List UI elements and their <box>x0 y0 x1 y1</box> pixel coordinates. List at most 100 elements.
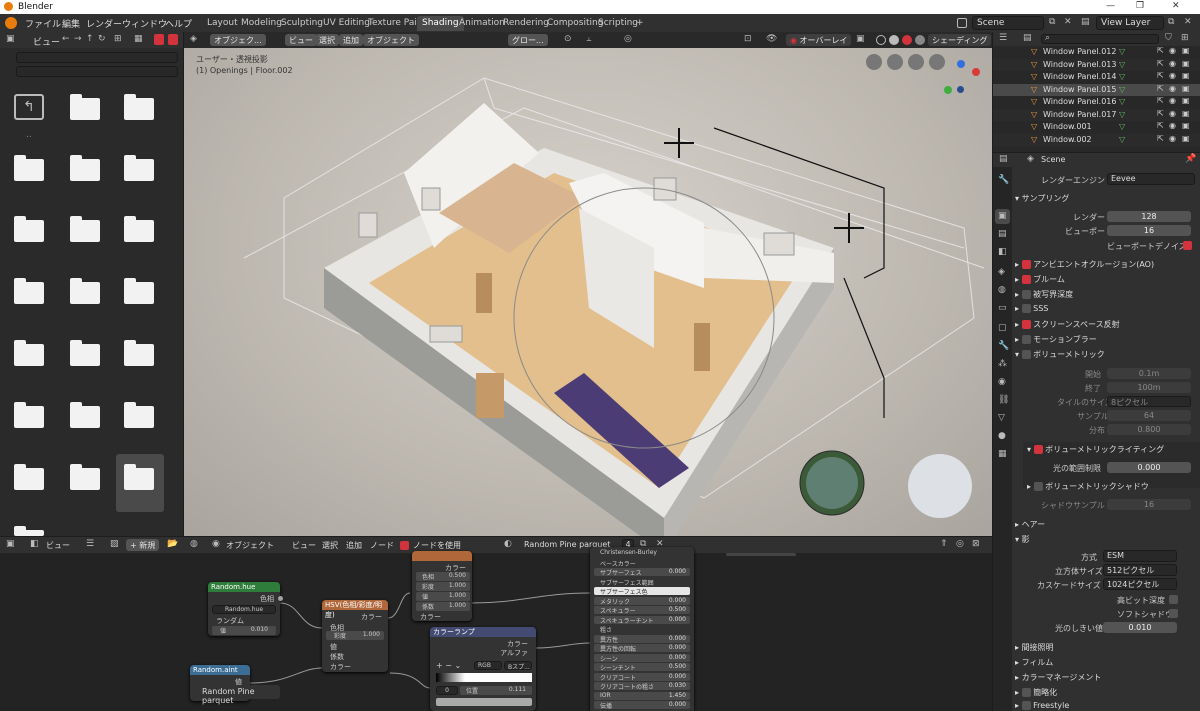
viewport-view-menu[interactable]: ビュー <box>285 34 317 46</box>
new-folder-icon[interactable]: ⊞ <box>114 34 122 44</box>
ramp-stop-color-swatch[interactable] <box>436 698 532 706</box>
folder-icon[interactable] <box>124 278 154 304</box>
node-hsv[interactable]: HSV(色相/彩度/明度) カラー 色相 彩度 1.000 値 係数 カラー <box>322 600 388 672</box>
texture-tab-icon[interactable]: ▦ <box>998 449 1007 459</box>
bsdf-input-row[interactable]: サブサーフェス 0.000 <box>594 568 690 577</box>
node-view-menu[interactable]: ビュー <box>292 540 316 551</box>
new-collection-icon[interactable]: ⊞ <box>1181 33 1189 43</box>
section-sss[interactable]: ▸ SSS <box>1015 304 1048 313</box>
section-freestyle[interactable]: ▸ Freestyle <box>1015 701 1069 710</box>
viewport-denoise-checkbox[interactable] <box>1183 241 1192 250</box>
viewport-add-menu[interactable]: 追加 <box>339 34 363 46</box>
proportional-edit-icon[interactable]: ◎ <box>624 34 632 44</box>
select-arrow-icon[interactable]: ⇱ <box>1157 84 1164 93</box>
viewport-canvas[interactable]: ユーザー・透視投影 (1) Openings | Floor.002 <box>184 48 992 536</box>
outliner-row[interactable]: ▽ Window.001 ▽ ⇱ ◉ ▣ <box>993 121 1200 134</box>
section-color-management[interactable]: ▸ カラーマネージメント <box>1015 672 1101 683</box>
section-simplify[interactable]: ▸ 簡略化 <box>1015 687 1057 698</box>
shader-type-dropdown[interactable]: オブジェクト <box>226 540 274 551</box>
ramp-position-field[interactable]: 位置 0.111 <box>460 686 532 695</box>
snap-node-icon[interactable]: ◎ <box>956 539 964 549</box>
scene-tab-icon[interactable]: ◈ <box>998 267 1005 277</box>
node-hsv-2[interactable]: カラー 色相 0.500 彩度 1.000 値 1.000 係数 1.000 カラー <box>412 551 472 621</box>
pan-hand-icon[interactable] <box>908 54 924 70</box>
view-layer-copy-icon[interactable]: ⧉ <box>1168 17 1174 27</box>
dof-checkbox[interactable] <box>1021 290 1031 299</box>
vol-start-field[interactable]: 0.1m <box>1107 368 1191 379</box>
new-image-button[interactable]: + 新規 <box>126 539 160 551</box>
wireframe-shading-icon[interactable] <box>876 35 886 45</box>
eye-visibility-icon[interactable]: ◉ <box>1169 46 1176 55</box>
scene-copy-icon[interactable]: ⧉ <box>1049 17 1055 27</box>
render-camera-icon[interactable]: ▣ <box>1182 84 1190 93</box>
render-camera-icon[interactable]: ▣ <box>1182 121 1190 130</box>
section-hair[interactable]: ▸ ヘアー <box>1015 519 1045 530</box>
folder-icon[interactable] <box>70 278 100 304</box>
vol-samples-field[interactable]: 64 <box>1107 410 1191 421</box>
overlay-button[interactable]: ◉ オーバーレイ <box>786 34 852 46</box>
blender-menu-icon[interactable] <box>5 17 17 29</box>
node-principled-bsdf[interactable]: Christensen-Burley ベースカラー サブサーフェス 0.000 サブサー… <box>590 547 694 711</box>
folder-icon[interactable] <box>14 278 44 304</box>
bsdf-input-row[interactable]: 異方性の回転 0.000 <box>594 644 690 653</box>
particles-tab-icon[interactable]: ⁂ <box>998 359 1007 369</box>
section-shadows[interactable]: ▾ 影 <box>1015 534 1030 545</box>
menu-edit[interactable]: 編集 <box>62 17 80 30</box>
select-arrow-icon[interactable]: ⇱ <box>1157 134 1164 143</box>
bloom-checkbox[interactable] <box>1021 275 1031 284</box>
folder-icon[interactable] <box>70 340 100 366</box>
output-tab-icon[interactable]: ▤ <box>998 229 1007 239</box>
folder-icon[interactable] <box>124 216 154 242</box>
folder-icon[interactable] <box>14 526 44 536</box>
bsdf-input-row[interactable]: メタリック 0.000 <box>594 596 690 606</box>
parent-dir-icon[interactable]: ↑ <box>86 34 94 44</box>
show-gizmo-icon[interactable]: ⊡ <box>744 34 752 44</box>
section-indirect[interactable]: ▸ 間接照明 <box>1015 642 1054 653</box>
motion-blur-checkbox[interactable] <box>1021 335 1031 344</box>
node-attribute-name-field[interactable]: Random Pine parquet <box>190 685 280 705</box>
eye-visibility-icon[interactable]: ◉ <box>1169 134 1176 143</box>
eye-visibility-icon[interactable]: ◉ <box>1169 109 1176 118</box>
scene-selector[interactable]: Scene <box>972 16 1044 30</box>
bsdf-input-row[interactable]: スペキュラー 0.500 <box>594 606 690 615</box>
folder-icon[interactable] <box>70 155 100 181</box>
node-random-hue-name-field[interactable]: Random.hue <box>212 605 276 614</box>
outliner-row[interactable]: ▽ Window Panel.017 ▽ ⇱ ◉ ▣ <box>993 108 1200 121</box>
add-workspace-button[interactable]: + <box>631 16 649 31</box>
render-samples-field[interactable]: 128 <box>1107 211 1191 222</box>
color-ramp-gradient[interactable] <box>436 673 532 682</box>
bsdf-input-row[interactable]: 粗さ <box>594 625 690 634</box>
outliner-editor-icon[interactable]: ☰ <box>999 33 1007 43</box>
menu-render[interactable]: レンダー <box>86 17 122 30</box>
menu-window[interactable]: ウィンドウ <box>122 17 167 30</box>
folder-icon[interactable] <box>124 94 154 120</box>
section-sampling[interactable]: ▾ サンプリング <box>1015 193 1069 204</box>
node-random-hue[interactable]: Random.hue 色相 Random.hue ランダム 値 0.010 <box>208 582 283 636</box>
node-hsv-2-hue-field[interactable]: 色相 0.500 <box>416 572 470 581</box>
eye-visibility-icon[interactable]: ◉ <box>1169 84 1176 93</box>
node-socket[interactable] <box>278 596 283 601</box>
solid-shading-icon[interactable] <box>889 35 899 45</box>
vol-end-field[interactable]: 100m <box>1107 382 1191 393</box>
folder-icon[interactable] <box>124 340 154 366</box>
render-camera-icon[interactable]: ▣ <box>1182 134 1190 143</box>
select-arrow-icon[interactable]: ⇱ <box>1157 59 1164 68</box>
section-bloom[interactable]: ▸ ブルーム <box>1015 274 1065 285</box>
folder-icon[interactable] <box>70 94 100 120</box>
shader-node-editor[interactable]: ▣ ◧ ビュー ☰ ▨ + 新規 📂 ◍ ◉ オブジェクト ビュー 選択 追加 … <box>0 537 992 711</box>
minimize-button[interactable]: — <box>1106 1 1115 11</box>
folder-icon[interactable] <box>124 155 154 181</box>
bsdf-input-row[interactable]: サブサーフェス範囲 <box>594 578 690 587</box>
use-nodes-checkbox[interactable] <box>400 541 409 550</box>
material-sphere-icon[interactable]: ◐ <box>504 539 512 549</box>
freestyle-checkbox[interactable] <box>1021 701 1031 710</box>
outliner-row[interactable]: ▽ Window Panel.013 ▽ ⇱ ◉ ▣ <box>993 58 1200 71</box>
material-tab-icon[interactable]: ● <box>998 431 1006 441</box>
bsdf-input-row[interactable]: クリアコート 0.000 <box>594 672 690 682</box>
close-button[interactable]: ✕ <box>1172 1 1180 11</box>
outliner-search-input[interactable] <box>1041 34 1159 44</box>
shadow-samples-field[interactable]: 16 <box>1107 499 1191 510</box>
folder-icon[interactable] <box>14 216 44 242</box>
node-hsv-2-sat-field[interactable]: 彩度 1.000 <box>416 582 470 591</box>
section-volumetrics[interactable]: ▾ ボリューメトリック <box>1015 349 1105 360</box>
